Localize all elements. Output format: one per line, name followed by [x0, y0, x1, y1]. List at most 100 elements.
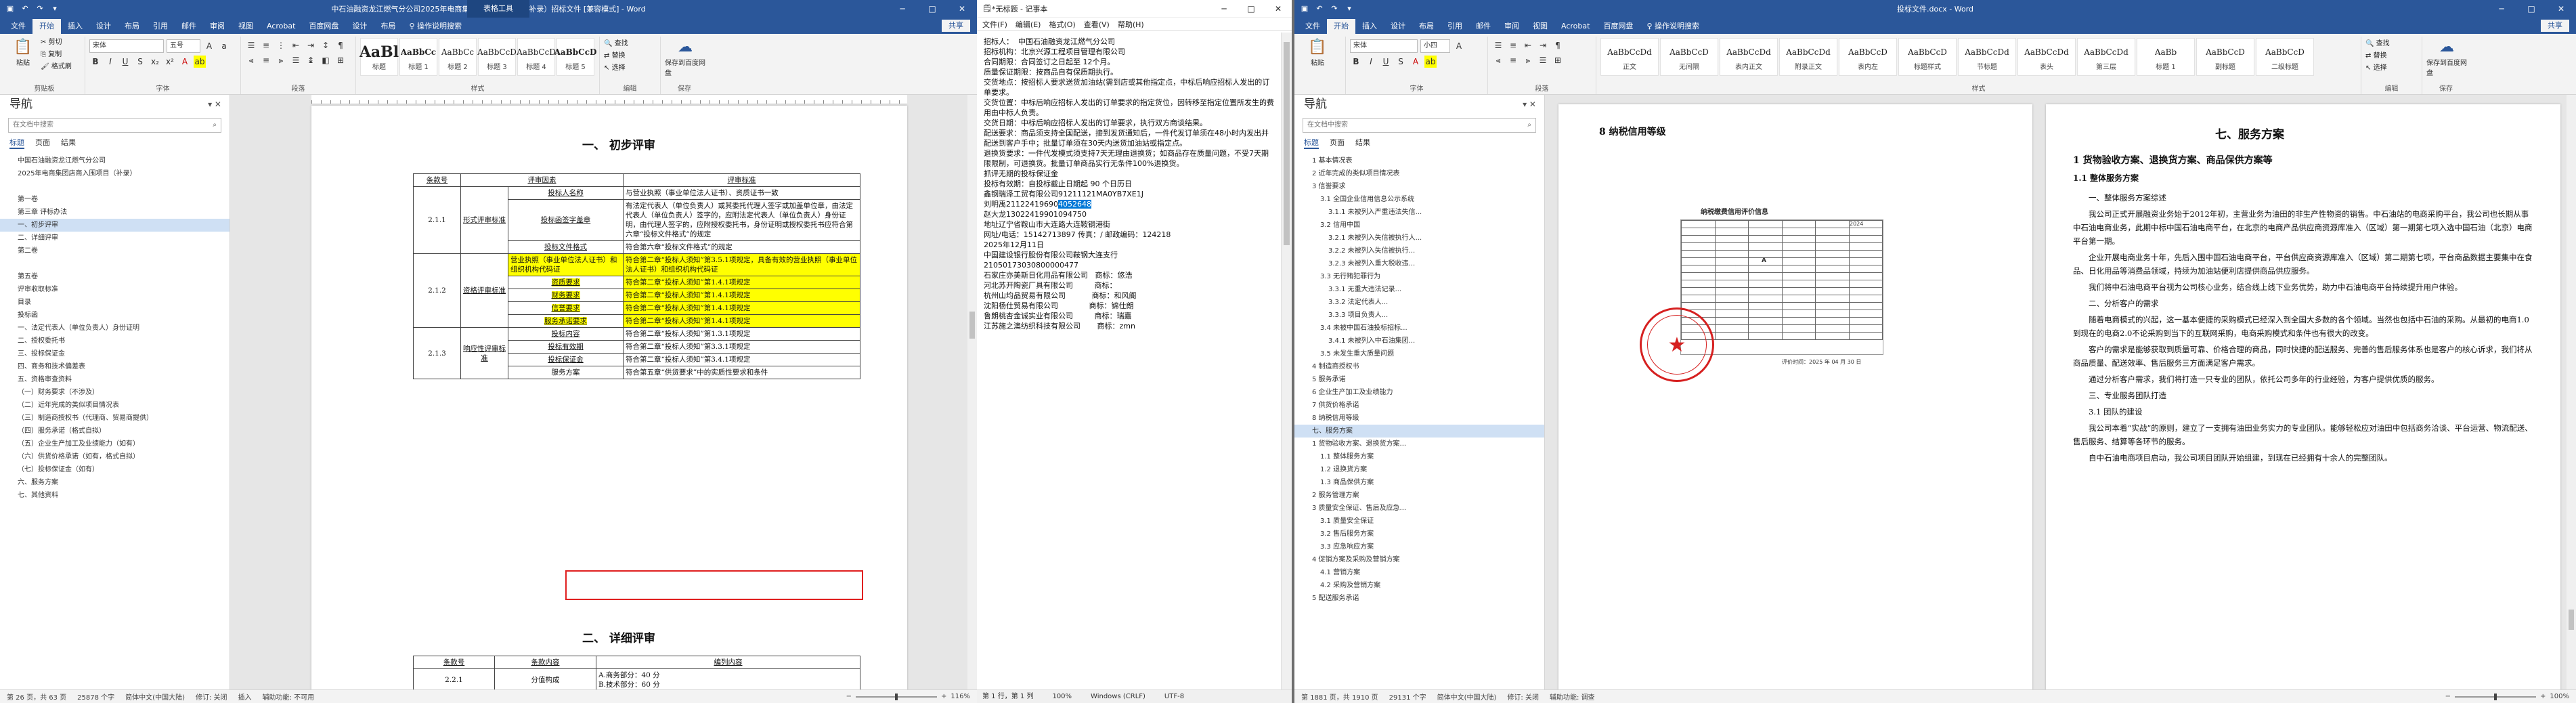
show-marks-icon[interactable]: ¶	[334, 39, 347, 51]
nav-item[interactable]: 3.5 未发生重大质量问题	[1294, 347, 1544, 360]
search-icon[interactable]: ⌕	[213, 119, 217, 132]
tab-insert[interactable]: 插入	[61, 19, 89, 34]
nav-tab-headings[interactable]: 标题	[1304, 137, 1319, 149]
nav-item[interactable]: 第二卷	[0, 244, 230, 257]
nav-item[interactable]: 3.3 无行贿犯罪行为	[1294, 270, 1544, 283]
nav-item[interactable]: （四）服务承诺（格式自拟）	[0, 425, 230, 438]
style-gallery-item[interactable]: AaBbCcDd 表头	[2017, 38, 2076, 76]
tab-layout[interactable]: 布局	[1412, 19, 1441, 34]
minimize-icon[interactable]: ─	[2487, 0, 2516, 18]
style-gallery-item[interactable]: AaBbCcDd 节标题	[1958, 38, 2016, 76]
tab-design[interactable]: 设计	[89, 19, 118, 34]
nav-item[interactable]: 3.3.3 项目负责人...	[1294, 309, 1544, 322]
select-button[interactable]: ↖ 选择	[604, 62, 656, 74]
style-gallery-item[interactable]: AaBb 标题 1	[2137, 38, 2195, 76]
nav-item[interactable]: 3.1.1 未被列入严重违法失信...	[1294, 206, 1544, 219]
nav-item[interactable]: 1 基本情况表	[1294, 154, 1544, 167]
style-gallery-item[interactable]: AaBbCcDd 正文	[1600, 38, 1659, 76]
word-count[interactable]: 29131 个字	[1389, 691, 1426, 702]
nav-item[interactable]: 3.2 售后服务方案	[1294, 528, 1544, 540]
nav-search-input[interactable]: 在文档中搜索 ⌕	[8, 118, 221, 133]
tab-mailings[interactable]: 邮件	[1469, 19, 1498, 34]
nav-item[interactable]: 3.2.2 未被列入失信被执行...	[1294, 244, 1544, 257]
language[interactable]: 简体中文(中国大陆)	[125, 691, 185, 702]
minimize-icon[interactable]: ─	[888, 0, 917, 18]
style-heading-4[interactable]: AaBbCcD 标题 4	[517, 38, 556, 76]
font-color-icon[interactable]: A	[1410, 56, 1422, 68]
nav-item[interactable]: 4 促销方案及采购及营销方案	[1294, 553, 1544, 566]
zoom-slider[interactable]	[2455, 693, 2537, 700]
style-title[interactable]: AaBl 标题	[359, 38, 399, 76]
increase-indent-icon[interactable]: ⇥	[305, 39, 317, 51]
font-name-select[interactable]: 宋体	[1350, 39, 1418, 53]
save-icon[interactable]: ▣	[1300, 4, 1309, 14]
nav-item[interactable]: （七）投标保证金（如有）	[0, 463, 230, 476]
style-gallery-item[interactable]: AaBbCcDd 附录正文	[1779, 38, 1837, 76]
nav-item[interactable]: （一）财务要求（不涉及）	[0, 386, 230, 399]
nav-item[interactable]: 1 货物验收方案、退换货方案...	[1294, 438, 1544, 450]
nav-item[interactable]: 3.1 质量安全保证	[1294, 515, 1544, 528]
nav-item[interactable]: 四、商务和技术偏差表	[0, 360, 230, 373]
replace-button[interactable]: ⇄ 替换	[604, 50, 656, 62]
nav-item[interactable]: 5 服务承诺	[1294, 373, 1544, 386]
nav-item[interactable]: 5 配送服务承诺	[1294, 592, 1544, 605]
style-gallery-item[interactable]: AaBbCcDd 第三层	[2077, 38, 2135, 76]
nav-item[interactable]: 3.2.1 未被列入失信被执行人...	[1294, 232, 1544, 244]
nav-item[interactable]: 2025年电商集团店商入围项目（补录）	[0, 167, 230, 180]
nav-item[interactable]: 4.1 营销方案	[1294, 566, 1544, 579]
decrease-indent-icon[interactable]: ⇤	[290, 39, 302, 51]
track-changes[interactable]: 修订: 关闭	[196, 691, 227, 702]
align-center-icon[interactable]: ≡	[260, 54, 272, 66]
tab-references[interactable]: 引用	[1441, 19, 1469, 34]
format-painter-button[interactable]: 🖌 格式刷	[41, 61, 72, 73]
tab-view[interactable]: 视图	[1526, 19, 1554, 34]
nav-item[interactable]: 第一卷	[0, 193, 230, 206]
zoom-in-icon[interactable]: +	[941, 693, 946, 700]
nav-item[interactable]: 3.3.2 法定代表人...	[1294, 296, 1544, 309]
tab-references[interactable]: 引用	[146, 19, 175, 34]
font-size-select[interactable]: 小四	[1420, 39, 1450, 53]
menu-format[interactable]: 格式(O)	[1049, 19, 1075, 30]
align-right-icon[interactable]: ⫸	[275, 54, 287, 66]
menu-edit[interactable]: 编辑(E)	[1016, 19, 1041, 30]
numbering-icon[interactable]: ≡	[260, 39, 272, 51]
tab-tell-me[interactable]: ♀ 操作说明搜索	[1640, 19, 1706, 34]
find-button[interactable]: 🔍 查找	[2365, 38, 2418, 50]
tab-mailings[interactable]: 邮件	[175, 19, 203, 34]
style-gallery-item[interactable]: AaBbCcD 无间隔	[1660, 38, 1718, 76]
nav-item[interactable]: 3.3.1 无重大违法记录...	[1294, 283, 1544, 296]
accessibility[interactable]: 辅助功能: 调查	[1550, 691, 1595, 702]
nav-item[interactable]: 目录	[0, 296, 230, 309]
nav-item[interactable]: 2 服务管理方案	[1294, 489, 1544, 502]
customize-icon[interactable]: ▾	[1345, 4, 1354, 14]
justify-icon[interactable]: ☰	[290, 54, 302, 66]
align-right-icon[interactable]: ⫸	[1522, 54, 1534, 66]
grow-font-icon[interactable]: A	[203, 40, 215, 52]
nav-item[interactable]: 4.2 采购及营销方案	[1294, 579, 1544, 592]
nav-item[interactable]: （五）企业生产加工及业绩能力（如有）	[0, 438, 230, 450]
nav-item[interactable]: 二、授权委托书	[0, 335, 230, 347]
grow-font-icon[interactable]: A	[1453, 40, 1465, 52]
nav-item[interactable]: 3.4 未被中国石油投标招标...	[1294, 322, 1544, 335]
search-icon[interactable]: ⌕	[1527, 119, 1531, 132]
redo-icon[interactable]: ↷	[35, 4, 45, 14]
highlight-icon[interactable]: ab	[194, 56, 206, 68]
borders-icon[interactable]: ⊞	[334, 54, 347, 66]
select-button[interactable]: ↖ 选择	[2365, 62, 2418, 74]
share-button[interactable]: 共享	[942, 20, 970, 32]
nav-item[interactable]: 2 近年完成的类似项目情况表	[1294, 167, 1544, 180]
word-count[interactable]: 25878 个字	[77, 691, 114, 702]
nav-item[interactable]: 六、服务方案	[0, 476, 230, 489]
nav-tab-results[interactable]: 结果	[1355, 137, 1370, 149]
highlight-icon[interactable]: ab	[1424, 56, 1437, 68]
increase-indent-icon[interactable]: ⇥	[1537, 39, 1549, 51]
bullets-icon[interactable]: ☰	[1492, 39, 1504, 51]
nav-item[interactable]: 8 纳税信用等级	[1294, 412, 1544, 425]
nav-item[interactable]	[0, 180, 230, 193]
tab-baidu[interactable]: 百度网盘	[1596, 19, 1640, 34]
menu-help[interactable]: 帮助(H)	[1118, 19, 1144, 30]
font-size-select[interactable]: 五号	[167, 39, 200, 53]
vertical-scrollbar[interactable]	[967, 95, 977, 689]
minimize-icon[interactable]: ─	[1210, 0, 1238, 18]
nav-item[interactable]: 三、投标保证金	[0, 347, 230, 360]
